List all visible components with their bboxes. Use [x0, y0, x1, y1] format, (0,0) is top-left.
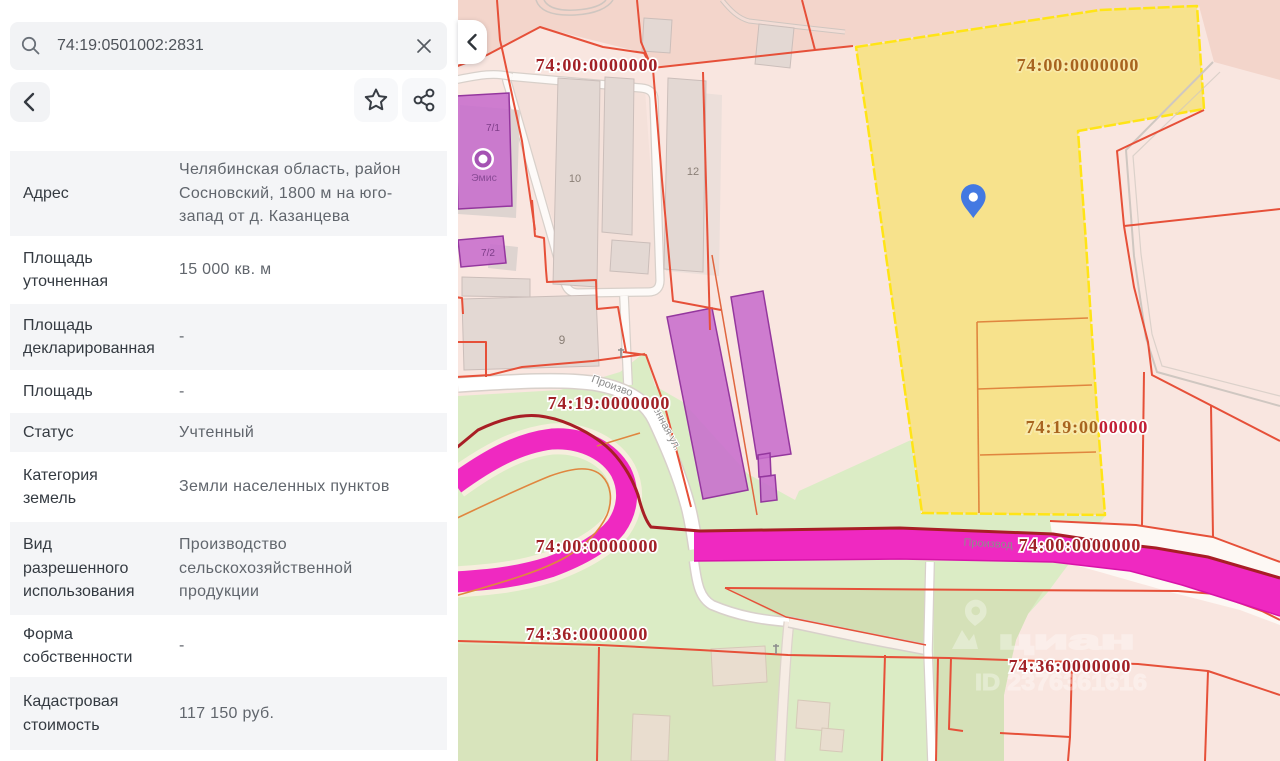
svg-text:74:00:0000000: 74:00:0000000 [1019, 535, 1142, 555]
svg-text:12: 12 [687, 166, 699, 178]
svg-text:Эмис: Эмис [471, 172, 497, 184]
svg-text:74:36:0000000: 74:36:0000000 [526, 624, 649, 644]
svg-text:10: 10 [569, 173, 581, 185]
svg-text:74:00:0000000: 74:00:0000000 [1017, 55, 1140, 75]
svg-text:9: 9 [559, 333, 566, 347]
svg-text:74:19:0000000: 74:19:0000000 [548, 393, 671, 413]
svg-text:7/2: 7/2 [481, 248, 495, 259]
svg-text:7/1: 7/1 [486, 123, 500, 134]
svg-text:74:00:0000000: 74:00:0000000 [536, 536, 659, 556]
svg-text:74:00:0000000: 74:00:0000000 [536, 55, 659, 75]
svg-text:циан: циан [998, 625, 1135, 655]
svg-text:ID 2376361616: ID 2376361616 [975, 669, 1147, 695]
